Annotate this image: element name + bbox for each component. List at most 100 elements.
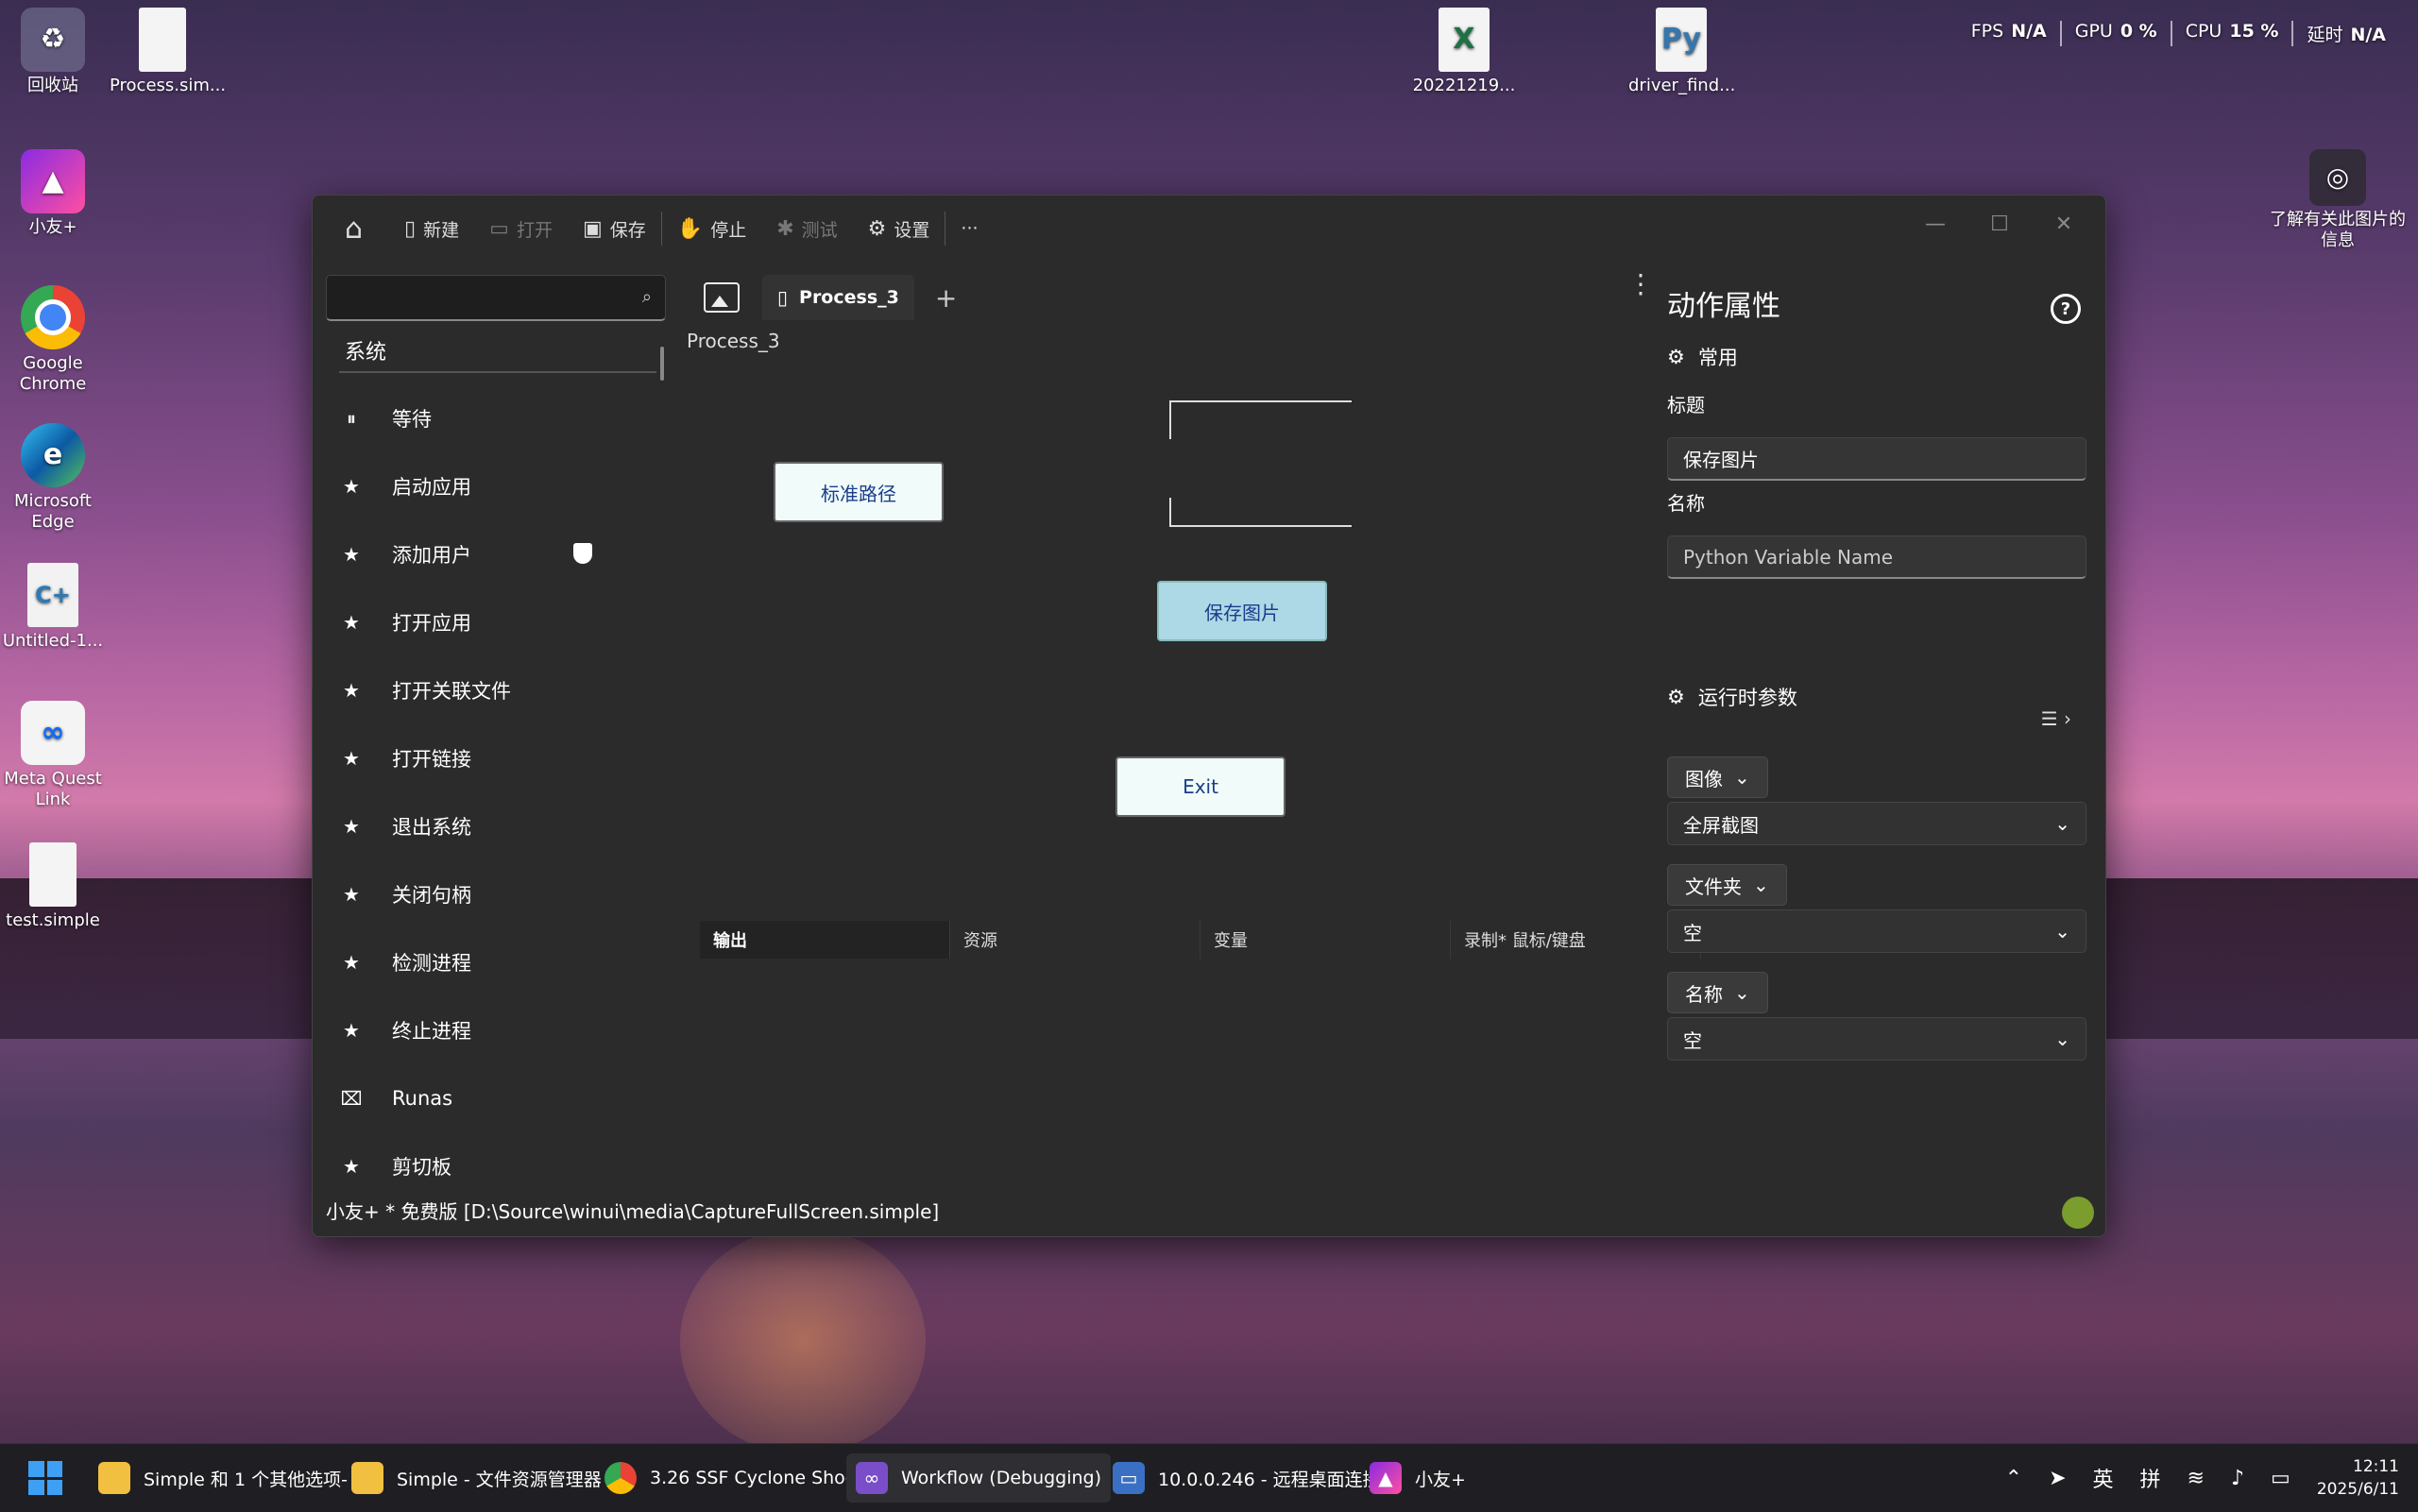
flow-connectors <box>1169 400 1352 527</box>
action-item-add-user[interactable]: ★ 添加用户 <box>313 520 672 588</box>
battery-icon[interactable]: ▭ <box>2271 1467 2290 1490</box>
desktop-icon-label: 小友+ <box>28 217 77 237</box>
open-button[interactable]: ▭ 打开 <box>474 210 568 247</box>
gear-icon: ⚙ <box>867 216 887 241</box>
param-name-dropdown[interactable]: 空 ⌄ <box>1667 1017 2086 1061</box>
connector-line <box>1169 400 1352 439</box>
more-icon: ··· <box>961 218 979 239</box>
flow-node-save-image[interactable]: 保存图片 <box>1157 581 1327 641</box>
action-item-open-associated-file[interactable]: ★ 打开关联文件 <box>313 656 672 724</box>
tab-variables[interactable]: 变量 <box>1200 921 1451 959</box>
home-button[interactable]: ⌂ <box>313 210 389 247</box>
chevron-down-icon: ⌄ <box>2054 920 2070 943</box>
gear-icon: ⚙ <box>1667 346 1685 368</box>
image-icon[interactable] <box>704 282 740 313</box>
list-view-icon[interactable]: ☰ › <box>2041 707 2071 730</box>
param-folder-selector[interactable]: 文件夹 ⌄ <box>1667 864 1787 906</box>
desktop-icon-process[interactable]: Process.sim... <box>110 8 226 96</box>
desktop-icon-excel[interactable]: X 20221219... <box>1411 8 1517 96</box>
connector-line <box>1169 498 1352 527</box>
window-controls: — ☐ ✕ <box>1903 205 2096 243</box>
start-button[interactable] <box>28 1461 62 1495</box>
action-item-wait[interactable]: ⏸ 等待 <box>313 384 672 452</box>
star-icon: ★ <box>343 883 360 906</box>
new-button[interactable]: ▯ 新建 <box>389 210 474 247</box>
title-label: 标题 <box>1667 394 1705 416</box>
chevron-down-icon: ⌄ <box>2054 812 2070 835</box>
tab-resources[interactable]: 资源 <box>950 921 1200 959</box>
recycle-bin-icon: ♻ <box>21 8 85 72</box>
help-icon[interactable]: ? <box>2051 294 2081 324</box>
save-button[interactable]: ▣ 保存 <box>568 210 661 247</box>
add-tab-button[interactable]: + <box>935 282 957 314</box>
ime-language[interactable]: 英 <box>2093 1463 2114 1493</box>
volume-icon[interactable]: ♪ <box>2231 1467 2244 1490</box>
flow-node-exit[interactable]: Exit <box>1115 756 1286 817</box>
bug-icon: ✱ <box>776 216 794 241</box>
tab-output[interactable]: 输出 <box>700 921 950 959</box>
shield-icon <box>573 543 592 564</box>
name-label: 名称 <box>1667 492 1705 515</box>
action-item-start-app[interactable]: ★ 启动应用 <box>313 452 672 520</box>
folder-icon: ▭ <box>489 216 509 241</box>
taskbar-item-xiaoyou[interactable]: ▲ 小友+ <box>1360 1453 1475 1503</box>
more-vertical-icon[interactable]: ⋮ <box>1627 271 1654 297</box>
name-field[interactable]: Python Variable Name <box>1667 535 2086 579</box>
ime-mode[interactable]: 拼 <box>2140 1463 2161 1493</box>
desktop-icon-xiaoyou[interactable]: ▲ 小友+ <box>0 149 106 238</box>
param-image-dropdown[interactable]: 全屏截图 ⌄ <box>1667 802 2086 845</box>
action-item-open-link[interactable]: ★ 打开链接 <box>313 724 672 792</box>
desktop-icon-test-simple[interactable]: test.simple <box>0 842 106 931</box>
action-item-runas[interactable]: ⌧ Runas <box>313 1064 672 1132</box>
param-name-selector[interactable]: 名称 ⌄ <box>1667 972 1768 1013</box>
clock[interactable]: 12:11 2025/6/11 <box>2317 1455 2399 1501</box>
taskbar-item-explorer-2[interactable]: Simple - 文件资源管理器 <box>342 1453 611 1503</box>
desktop-icon-meta-quest[interactable]: ∞ Meta Quest Link <box>0 701 106 810</box>
section-common: ⚙ 常用 <box>1667 346 1738 369</box>
tab-recording[interactable]: 录制* 鼠标/键盘 <box>1451 921 1701 959</box>
folder-icon <box>351 1462 383 1494</box>
tab-process-3[interactable]: ▯ Process_3 <box>762 275 914 320</box>
category-title[interactable]: 系统 <box>345 335 386 365</box>
action-item-close-handle[interactable]: ★ 关闭句柄 <box>313 860 672 928</box>
chevron-up-icon[interactable]: ⌃ <box>2005 1467 2022 1490</box>
more-button[interactable]: ··· <box>945 210 993 247</box>
folder-icon <box>98 1462 130 1494</box>
action-item-kill-process[interactable]: ★ 终止进程 <box>313 996 672 1064</box>
action-item-open-app[interactable]: ★ 打开应用 <box>313 588 672 656</box>
test-button[interactable]: ✱ 测试 <box>761 210 852 247</box>
flow-node-standard-path[interactable]: 标准路径 <box>774 462 944 522</box>
param-image-selector[interactable]: 图像 ⌄ <box>1667 756 1768 798</box>
star-icon: ★ <box>343 747 360 770</box>
desktop-icon-info[interactable]: ◎ 了解有关此图片的信息 <box>2267 149 2409 251</box>
xiaoyou-app-icon: ▲ <box>1370 1462 1402 1494</box>
sidebar-scrollbar[interactable] <box>660 347 664 381</box>
param-folder-dropdown[interactable]: 空 ⌄ <box>1667 909 2086 953</box>
maximize-button[interactable]: ☐ <box>1967 205 2032 243</box>
action-item-exit-system[interactable]: ★ 退出系统 <box>313 792 672 860</box>
title-field[interactable]: 保存图片 <box>1667 437 2086 481</box>
save-icon: ▣ <box>582 216 603 241</box>
desktop-icon-recycle-bin[interactable]: ♻ 回收站 <box>0 8 106 96</box>
send-icon[interactable]: ➤ <box>2049 1467 2066 1490</box>
desktop-icon-edge[interactable]: e Microsoft Edge <box>0 423 106 533</box>
desktop-icon-untitled[interactable]: C+ Untitled-1... <box>0 563 106 652</box>
taskbar-item-remote-desktop[interactable]: ▭ 10.0.0.246 - 远程桌面连接 <box>1103 1453 1390 1503</box>
taskbar-item-explorer-1[interactable]: Simple 和 1 个其他选项- <box>89 1453 357 1503</box>
action-item-detect-process[interactable]: ★ 检测进程 <box>313 928 672 996</box>
stop-button[interactable]: ✋ 停止 <box>662 210 761 247</box>
star-icon: ★ <box>343 679 360 702</box>
wifi-icon[interactable]: ≋ <box>2188 1467 2205 1490</box>
desktop-icon-python[interactable]: Py driver_find... <box>1628 8 1735 96</box>
file-icon <box>139 8 186 72</box>
settings-button[interactable]: ⚙ 设置 <box>853 210 945 247</box>
action-item-clipboard[interactable]: ★ 剪切板 <box>313 1132 672 1200</box>
taskbar-item-visual-studio[interactable]: ∞ Workflow (Debugging) <box>846 1453 1112 1503</box>
document-icon: ▯ <box>777 286 789 309</box>
close-button[interactable]: ✕ <box>2032 205 2096 243</box>
star-icon: ★ <box>343 1155 360 1178</box>
search-input[interactable]: ⌕ <box>326 275 666 321</box>
desktop-icon-chrome[interactable]: Google Chrome <box>0 285 106 395</box>
minimize-button[interactable]: — <box>1903 205 1967 243</box>
taskbar-item-chrome[interactable]: 3.26 SSF Cyclone Shock <box>595 1453 875 1503</box>
